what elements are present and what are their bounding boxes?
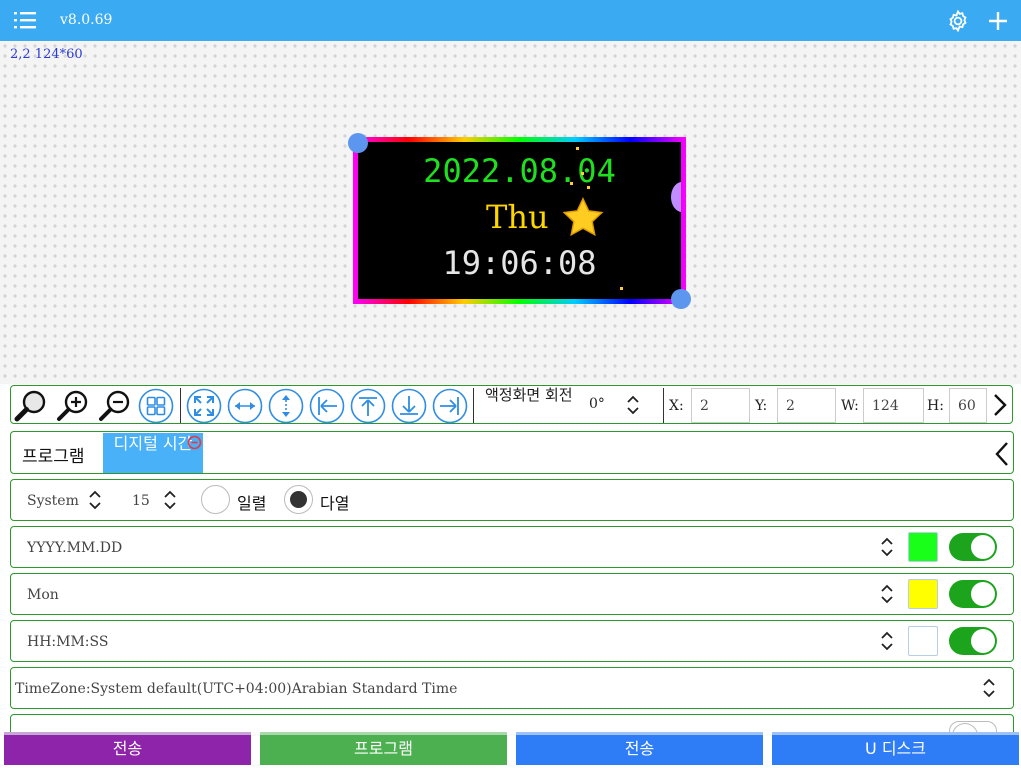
program-button[interactable]: 프로그램 (260, 732, 507, 765)
grid-icon[interactable] (138, 388, 174, 424)
rotation-value: 0° (589, 396, 605, 412)
remove-icon[interactable] (187, 435, 202, 450)
send-button-2[interactable]: 전송 (516, 732, 763, 765)
h-input[interactable]: 60 (949, 388, 987, 423)
u-disk-button-label: U 디스크 (865, 739, 926, 758)
led-preview: 2022.08.04 Thu 19:06:08 (358, 142, 681, 299)
list-icon[interactable] (14, 11, 36, 29)
day-color-swatch[interactable] (908, 579, 938, 609)
coordinate-readout: 2,2 124*60 (10, 47, 83, 62)
y-label: Y: (755, 398, 768, 414)
fit-height-icon[interactable] (268, 388, 304, 424)
radio-multi-line-label: 다열 (320, 494, 350, 513)
y-input[interactable]: 2 (777, 388, 836, 423)
list-item: Mon (10, 573, 1014, 615)
toolbar-divider (663, 388, 664, 423)
program-title: 프로그램 (22, 447, 85, 467)
u-disk-button[interactable]: U 디스크 (772, 732, 1019, 765)
send-button-1-label: 전송 (112, 739, 143, 758)
list-item: HH:MM:SS (10, 620, 1014, 662)
date-color-swatch[interactable] (908, 532, 938, 562)
sparkle (570, 182, 573, 185)
sparkle (620, 287, 623, 290)
timezone-select[interactable]: TimeZone:System default(UTC+04:00)Arabia… (15, 681, 457, 697)
rotation-spinner-icon[interactable] (625, 394, 641, 416)
align-top-icon[interactable] (350, 388, 386, 424)
design-canvas[interactable]: 2,2 124*60 2022.08.04 Thu 19:06:08 (0, 41, 1021, 384)
toolbar-divider (180, 388, 181, 423)
rotation-label: 액정화면 회전 (485, 386, 573, 404)
program-button-label: 프로그램 (354, 739, 413, 758)
expand-icon[interactable] (186, 388, 222, 424)
edit-toolbar: 액정화면 회전 0° X: 2 Y: 2 W: 124 H: 60 (10, 385, 1013, 424)
list-item (10, 714, 1014, 749)
led-date: 2022.08.04 (423, 152, 616, 190)
timezone-spinner-icon[interactable] (981, 677, 997, 699)
chevron-left-icon[interactable] (993, 441, 1011, 467)
decoration-bubble (671, 182, 681, 212)
led-day: Thu (486, 198, 549, 236)
toolbar-divider (473, 388, 474, 423)
chevron-right-icon[interactable] (991, 393, 1009, 417)
font-select[interactable]: System (27, 493, 79, 509)
resize-handle-top-left[interactable] (348, 133, 368, 153)
button-cap (260, 732, 507, 735)
star-icon (562, 197, 604, 237)
align-bottom-icon[interactable] (391, 388, 427, 424)
fit-width-icon[interactable] (227, 388, 263, 424)
font-spinner-icon[interactable] (87, 489, 103, 511)
resize-handle-bottom-right[interactable] (671, 289, 691, 309)
w-input[interactable]: 124 (863, 388, 924, 423)
button-cap (772, 732, 1019, 735)
zoom-out-icon[interactable] (97, 388, 133, 424)
send-button-2-label: 전송 (624, 739, 655, 758)
gear-icon[interactable] (946, 9, 970, 33)
time-format-select[interactable]: HH:MM:SS (27, 634, 108, 650)
timezone-panel: TimeZone:System default(UTC+04:00)Arabia… (10, 667, 1014, 709)
radio-single-line[interactable] (201, 485, 230, 514)
align-left-icon[interactable] (309, 388, 345, 424)
day-enable-toggle[interactable] (949, 580, 997, 608)
time-format-spinner-icon[interactable] (879, 630, 895, 652)
list-item: YYYY.MM.DD (10, 526, 1014, 568)
sparkle (581, 172, 584, 175)
app-version: v8.0.69 (60, 12, 113, 28)
date-enable-toggle[interactable] (949, 533, 997, 561)
date-format-select[interactable]: YYYY.MM.DD (27, 540, 122, 556)
button-cap (4, 732, 251, 735)
date-format-spinner-icon[interactable] (879, 536, 895, 558)
zoom-in-icon[interactable] (55, 388, 91, 424)
day-format-spinner-icon[interactable] (879, 583, 895, 605)
size-spinner-icon[interactable] (162, 489, 178, 511)
w-label: W: (841, 398, 859, 414)
led-preview-frame[interactable]: 2022.08.04 Thu 19:06:08 (353, 137, 686, 304)
sparkle (587, 186, 590, 189)
button-cap (516, 732, 763, 735)
font-options-panel: System 15 일렬 다열 (10, 479, 1014, 521)
day-format-select[interactable]: Mon (27, 587, 59, 603)
h-label: H: (927, 398, 944, 414)
led-time: 19:06:08 (442, 244, 597, 282)
top-bar: v8.0.69 (0, 0, 1021, 41)
send-button-1[interactable]: 전송 (4, 732, 251, 765)
search-icon[interactable] (13, 388, 49, 424)
x-input[interactable]: 2 (691, 388, 750, 423)
sparkle (576, 147, 579, 150)
radio-single-line-label: 일렬 (237, 494, 267, 513)
x-label: X: (669, 398, 684, 414)
plus-icon[interactable] (986, 9, 1010, 33)
time-enable-toggle[interactable] (949, 627, 997, 655)
font-size-select[interactable]: 15 (132, 493, 150, 509)
time-color-swatch[interactable] (908, 626, 938, 656)
radio-multi-line[interactable] (284, 485, 313, 514)
align-right-icon[interactable] (432, 388, 468, 424)
program-panel: 프로그램 디지털 시간 (10, 431, 1014, 474)
